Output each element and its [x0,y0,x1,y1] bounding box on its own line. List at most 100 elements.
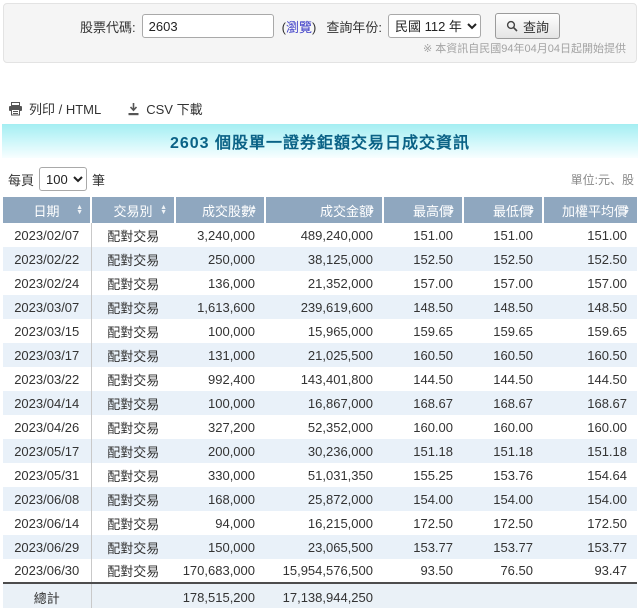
data-cell: 153.77 [463,535,543,559]
date-cell: 2023/03/15 [3,319,91,343]
block-trade-table: 日期▲▼交易別▲▼成交股數▲▼成交金額▲▼最高價▲▼最低價▲▼加權平均價▲▼ 2… [3,197,637,608]
data-cell: 151.18 [543,439,637,463]
date-cell: 2023/05/17 [3,439,91,463]
data-cell: 15,965,000 [265,319,383,343]
sort-icon[interactable]: ▲▼ [76,205,83,215]
data-cell: 配對交易 [91,319,175,343]
date-cell: 2023/06/29 [3,535,91,559]
data-cell: 160.00 [463,415,543,439]
data-cell: 160.00 [543,415,637,439]
column-header[interactable]: 日期▲▼ [3,197,91,223]
data-cell: 94,000 [175,511,265,535]
total-cell [463,583,543,608]
data-cell: 250,000 [175,247,265,271]
data-cell: 152.50 [383,247,463,271]
column-header[interactable]: 加權平均價▲▼ [543,197,637,223]
table-row: 2023/03/22配對交易992,400143,401,800144.5014… [3,367,637,391]
per-page-select[interactable]: 100 [39,167,87,191]
data-cell: 160.50 [543,343,637,367]
data-cell: 148.50 [383,295,463,319]
data-cell: 配對交易 [91,391,175,415]
column-header[interactable]: 最低價▲▼ [463,197,543,223]
date-cell: 2023/06/08 [3,487,91,511]
printer-icon [8,102,23,116]
column-header[interactable]: 成交股數▲▼ [175,197,265,223]
data-cell: 327,200 [175,415,265,439]
column-header[interactable]: 交易別▲▼ [91,197,175,223]
data-cell: 93.47 [543,559,637,583]
year-label: 查詢年份: [326,17,382,36]
data-cell: 168.67 [383,391,463,415]
per-page-control: 每頁 100 筆 [8,167,105,191]
sort-icon[interactable]: ▲▼ [528,205,535,215]
data-cell: 172.50 [543,511,637,535]
search-button[interactable]: 查詢 [495,13,560,39]
data-cell: 151.18 [463,439,543,463]
table-row: 2023/02/24配對交易136,00021,352,000157.00157… [3,271,637,295]
data-cell: 168.67 [463,391,543,415]
data-cell: 159.65 [543,319,637,343]
data-cell: 配對交易 [91,343,175,367]
data-cell: 150,000 [175,535,265,559]
data-cell: 157.00 [463,271,543,295]
data-cell: 144.50 [463,367,543,391]
data-cell: 153.76 [463,463,543,487]
data-cell: 93.50 [383,559,463,583]
data-cell: 配對交易 [91,487,175,511]
data-cell: 489,240,000 [265,223,383,247]
data-cell: 152.50 [463,247,543,271]
date-cell: 2023/03/17 [3,343,91,367]
stock-code-input[interactable] [142,14,274,38]
date-cell: 2023/06/14 [3,511,91,535]
column-header[interactable]: 成交金額▲▼ [265,197,383,223]
date-cell: 2023/02/24 [3,271,91,295]
table-row: 2023/06/29配對交易150,00023,065,500153.77153… [3,535,637,559]
date-cell: 2023/04/14 [3,391,91,415]
sort-icon[interactable]: ▲▼ [623,205,630,215]
data-cell: 配對交易 [91,223,175,247]
data-cell: 200,000 [175,439,265,463]
total-cell [383,583,463,608]
data-cell: 21,025,500 [265,343,383,367]
table-row: 2023/02/22配對交易250,00038,125,000152.50152… [3,247,637,271]
date-cell: 2023/03/22 [3,367,91,391]
date-cell: 2023/03/07 [3,295,91,319]
data-cell: 144.50 [383,367,463,391]
data-cell: 151.00 [383,223,463,247]
sort-icon[interactable]: ▲▼ [160,205,167,215]
print-html-label: 列印 / HTML [29,99,101,118]
print-html-button[interactable]: 列印 / HTML [8,99,101,118]
report-title: 2603 個股單一證券鉅額交易日成交資訊 [170,129,470,153]
data-cell: 157.00 [383,271,463,295]
data-cell: 159.65 [383,319,463,343]
sort-icon[interactable]: ▲▼ [250,205,257,215]
data-cell: 168.67 [543,391,637,415]
table-row: 2023/02/07配對交易3,240,000489,240,000151.00… [3,223,637,247]
data-cell: 151.00 [543,223,637,247]
date-cell: 2023/02/07 [3,223,91,247]
table-row: 2023/05/31配對交易330,00051,031,350155.25153… [3,463,637,487]
browse-link[interactable]: 瀏覽 [286,20,312,35]
data-cell: 配對交易 [91,535,175,559]
total-label: 總計 [3,583,91,608]
data-cell: 配對交易 [91,271,175,295]
report-title-bar: 2603 個股單一證券鉅額交易日成交資訊 [2,124,638,158]
data-cell: 38,125,000 [265,247,383,271]
data-cell: 30,236,000 [265,439,383,463]
data-cell: 157.00 [543,271,637,295]
table-body: 2023/02/07配對交易3,240,000489,240,000151.00… [3,223,637,583]
data-cell: 51,031,350 [265,463,383,487]
data-cell: 1,613,600 [175,295,265,319]
data-cell: 152.50 [543,247,637,271]
data-cell: 151.18 [383,439,463,463]
csv-download-button[interactable]: CSV 下載 [127,99,202,118]
sort-icon[interactable]: ▲▼ [368,205,375,215]
csv-download-label: CSV 下載 [146,99,202,118]
data-cell: 52,352,000 [265,415,383,439]
table-footer: 總計178,515,20017,138,944,250 [3,583,637,608]
sort-icon[interactable]: ▲▼ [448,205,455,215]
column-header[interactable]: 最高價▲▼ [383,197,463,223]
data-cell: 239,619,600 [265,295,383,319]
data-cell: 100,000 [175,391,265,415]
year-select[interactable]: 民國 112 年 [388,14,481,38]
